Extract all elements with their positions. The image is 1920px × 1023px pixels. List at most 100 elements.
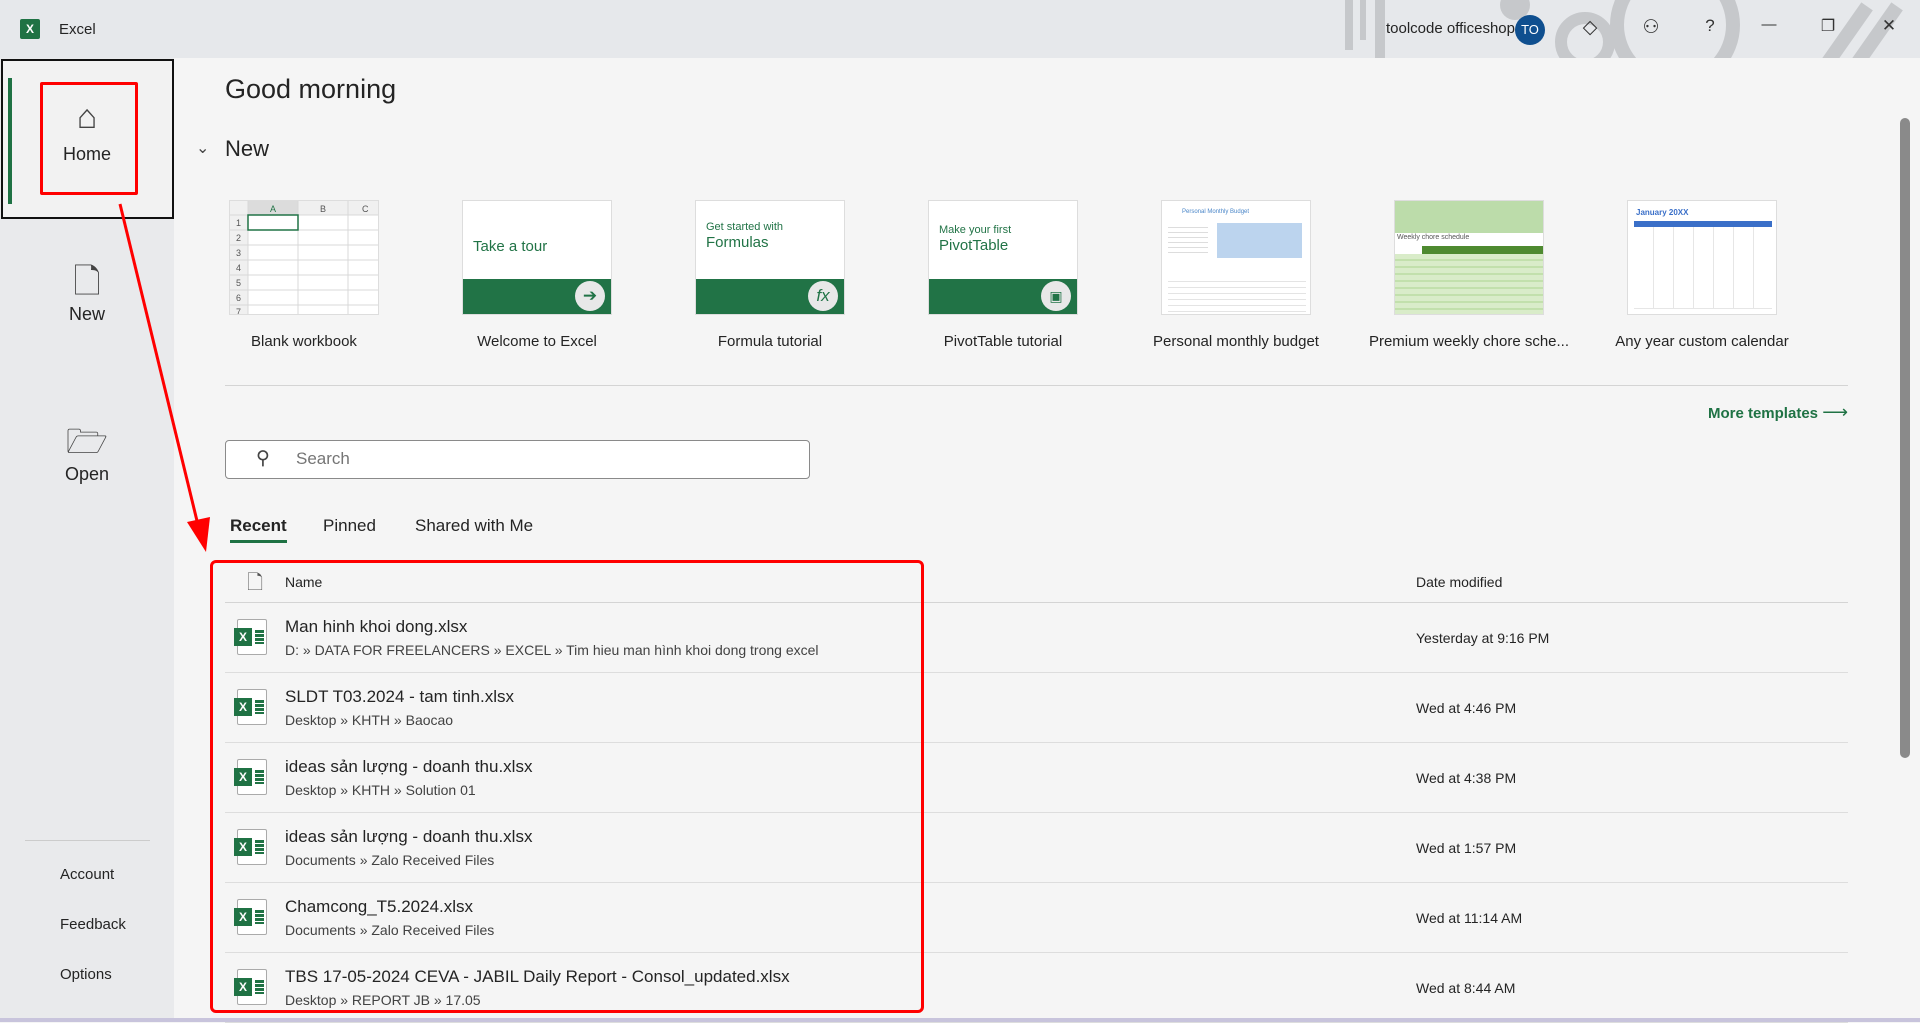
window-border	[0, 1018, 1920, 1022]
template-thumbnail: Get started with Formulas fx	[695, 200, 845, 315]
sidebar-feedback[interactable]: Feedback	[60, 916, 126, 933]
file-name: ideas sản lượng - doanh thu.xlsx	[285, 827, 533, 846]
search-input[interactable]	[296, 449, 776, 469]
excel-file-icon: X	[234, 619, 267, 655]
template-pivottable-tutorial[interactable]: Make your first PivotTable ▣ PivotTable …	[898, 200, 1108, 350]
template-label: Personal monthly budget	[1153, 333, 1319, 350]
file-row[interactable]: X ideas sản lượng - doanh thu.xlsx Deskt…	[225, 743, 1848, 813]
template-label: Blank workbook	[251, 333, 357, 350]
minimize-icon[interactable]: —	[1756, 16, 1782, 33]
file-row[interactable]: X Chamcong_T5.2024.xlsx Documents » Zalo…	[225, 883, 1848, 953]
file-name: SLDT T03.2024 - tam tinh.xlsx	[285, 687, 514, 706]
divider	[25, 840, 150, 841]
divider	[225, 385, 1848, 386]
file-path: Documents » Zalo Received Files	[285, 922, 495, 938]
template-blank-workbook[interactable]: A B C 1 2 3 4 5 6 7 Blank workbook	[199, 200, 409, 350]
file-row[interactable]: X ideas sản lượng - doanh thu.xlsx Docum…	[225, 813, 1848, 883]
diamond-icon[interactable]: ◇	[1577, 16, 1603, 39]
file-date: Wed at 4:38 PM	[1416, 770, 1517, 786]
file-name: ideas sản lượng - doanh thu.xlsx	[285, 757, 533, 776]
file-row[interactable]: X Man hinh khoi dong.xlsx D: » DATA FOR …	[225, 603, 1848, 673]
template-welcome[interactable]: Take a tour ➔ Welcome to Excel	[432, 200, 642, 350]
thumbnail-text: January 20XX	[1636, 208, 1689, 217]
new-document-icon: 🗋	[73, 263, 101, 301]
template-label: Any year custom calendar	[1615, 333, 1789, 350]
excel-file-icon: X	[234, 969, 267, 1005]
file-name: TBS 17-05-2024 CEVA - JABIL Daily Report…	[285, 967, 790, 986]
template-thumbnail: Make your first PivotTable ▣	[928, 200, 1078, 315]
file-row[interactable]: X SLDT T03.2024 - tam tinh.xlsx Desktop …	[225, 673, 1848, 743]
column-header-name[interactable]: Name	[285, 574, 322, 590]
tab-pinned[interactable]: Pinned	[323, 516, 376, 536]
function-icon: fx	[808, 281, 838, 311]
new-section-heading[interactable]: New	[225, 136, 269, 162]
excel-logo-icon: X	[20, 19, 40, 39]
file-type-icon: 🗋	[247, 572, 264, 594]
row-label: 3	[236, 248, 241, 258]
column-label: A	[270, 204, 276, 214]
file-path: Desktop » REPORT JB » 17.05	[285, 992, 481, 1008]
recent-files-list: 🗋 Name Date modified X Man hinh khoi don…	[225, 561, 1848, 1023]
sidebar-item-open[interactable]: 🗁 Open	[0, 418, 174, 485]
template-weekly-chore[interactable]: Weekly chore schedule Premium weekly cho…	[1364, 200, 1574, 350]
folder-open-icon: 🗁	[65, 423, 109, 461]
column-label: C	[362, 204, 369, 214]
thumbnail-text: Weekly chore schedule	[1397, 234, 1470, 241]
row-label: 6	[236, 293, 241, 303]
list-header: 🗋 Name Date modified	[225, 561, 1848, 603]
sidebar-options[interactable]: Options	[60, 966, 112, 983]
template-thumbnail: Personal Monthly Budget	[1161, 200, 1311, 315]
template-custom-calendar[interactable]: January 20XX Any year custom calendar	[1597, 200, 1807, 350]
scrollbar[interactable]	[1900, 118, 1910, 758]
template-label: Premium weekly chore sche...	[1368, 333, 1570, 350]
avatar[interactable]: TO	[1515, 15, 1545, 45]
thumbnail-text: Make your first	[939, 224, 1012, 236]
thumbnail-text: Formulas	[706, 234, 769, 251]
spreadsheet-grid-icon: A B C 1 2 3 4 5 6 7	[230, 201, 378, 315]
file-date: Wed at 11:14 AM	[1416, 910, 1523, 926]
template-thumbnail: Weekly chore schedule	[1394, 200, 1544, 315]
thumbnail-text: Take a tour	[473, 238, 548, 255]
arrow-right-icon: ⟶	[1822, 402, 1848, 422]
close-icon[interactable]: ✕	[1876, 16, 1902, 36]
column-label: B	[320, 204, 326, 214]
template-formula-tutorial[interactable]: Get started with Formulas fx Formula tut…	[665, 200, 875, 350]
row-label: 5	[236, 278, 241, 288]
file-date: Wed at 4:46 PM	[1416, 700, 1517, 716]
file-date: Wed at 1:57 PM	[1416, 840, 1517, 856]
title-bar: X Excel toolcode officeshop TO ◇ ⚇ ? — ❐…	[0, 0, 1920, 58]
file-date: Wed at 8:44 AM	[1416, 980, 1516, 996]
sidebar-item-new[interactable]: 🗋 New	[0, 258, 174, 325]
template-thumbnail: January 20XX	[1627, 200, 1777, 315]
help-icon[interactable]: ?	[1697, 16, 1723, 36]
template-label: Formula tutorial	[717, 333, 823, 350]
feedback-person-icon[interactable]: ⚇	[1638, 16, 1664, 39]
row-label: 4	[236, 263, 241, 273]
file-name: Chamcong_T5.2024.xlsx	[285, 897, 474, 916]
file-row[interactable]: X TBS 17-05-2024 CEVA - JABIL Daily Repo…	[225, 953, 1848, 1023]
tab-recent[interactable]: Recent	[230, 516, 287, 536]
user-name[interactable]: toolcode officeshop	[1386, 20, 1515, 37]
template-thumbnail: Take a tour ➔	[462, 200, 612, 315]
more-templates-link[interactable]: More templates ⟶	[1708, 402, 1848, 423]
file-path: D: » DATA FOR FREELANCERS » EXCEL » Tim …	[285, 642, 819, 658]
more-templates-label: More templates	[1707, 405, 1819, 422]
pivot-table-icon: ▣	[1041, 281, 1071, 311]
excel-file-icon: X	[234, 899, 267, 935]
excel-file-icon: X	[234, 759, 267, 795]
arrow-right-icon: ➔	[575, 281, 605, 311]
column-header-date[interactable]: Date modified	[1416, 574, 1502, 590]
thumbnail-text: Personal Monthly Budget	[1182, 209, 1250, 215]
chevron-down-icon[interactable]: ⌄	[196, 138, 209, 158]
template-thumbnail: A B C 1 2 3 4 5 6 7	[229, 200, 379, 315]
file-path: Desktop » KHTH » Solution 01	[285, 782, 476, 798]
sidebar-account[interactable]: Account	[60, 866, 114, 883]
row-label: 1	[236, 218, 241, 228]
template-personal-budget[interactable]: Personal Monthly Budget Personal monthly…	[1131, 200, 1341, 350]
row-label: 2	[236, 233, 241, 243]
row-label: 7	[236, 307, 241, 315]
restore-icon[interactable]: ❐	[1815, 16, 1841, 36]
search-box[interactable]: ⚲	[225, 440, 810, 479]
search-icon: ⚲	[256, 448, 270, 469]
tab-shared[interactable]: Shared with Me	[415, 516, 533, 536]
